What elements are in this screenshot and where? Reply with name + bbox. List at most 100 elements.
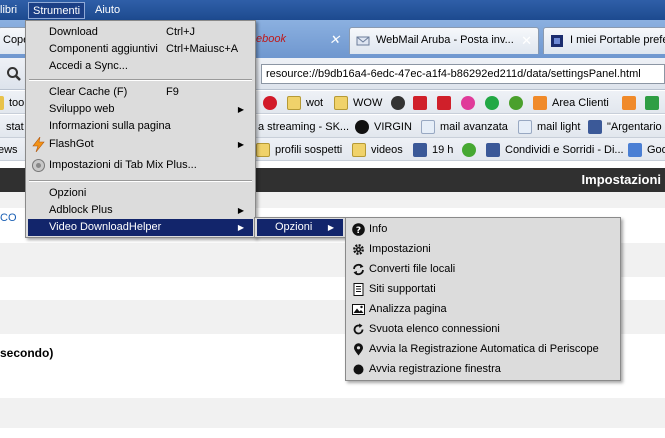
menu-item-video-downloadhelper[interactable]: Video DownloadHelper ▶ [28,219,253,236]
w-icon [509,96,523,110]
location-pin-icon [354,343,363,356]
g-icon [462,143,476,157]
bookmark-profili-sospetti[interactable]: profili sospetti [256,142,342,158]
convert-icon [353,263,364,276]
s-icon [413,96,427,110]
bookmark-stat[interactable]: stat [6,119,24,135]
tab-mix-plus-icon [32,159,45,172]
menu-item-componenti[interactable]: Componenti aggiuntivi Ctrl+Maiusc+A [28,41,253,58]
l-icon [461,96,475,110]
bookmark-s1[interactable] [413,95,429,111]
opzioni-submenu: ? Info Impostazioni Converti file locali… [345,217,621,381]
bookmark-mail-light[interactable]: mail light [518,119,580,135]
menu-item-sviluppo-web[interactable]: Sviluppo web ▶ [28,101,253,118]
facebook-icon [588,120,602,134]
search-icon[interactable] [6,66,22,82]
mail-icon [518,120,532,134]
menu-item-adblock-plus[interactable]: Adblock Plus ▶ [28,202,253,219]
url-bar[interactable]: resource://b9db16a4-6edc-47ec-a1f4-b8629… [261,64,665,84]
menu-item-converti[interactable]: Converti file locali [348,261,618,278]
menu-item-vdh-opzioni[interactable]: Opzioni ▶ [257,219,343,236]
tab-label: I miei Portable prefe [570,34,665,46]
mail-icon [421,120,435,134]
bookmark-area-clienti[interactable]: Area Clienti [533,95,609,111]
bookmark-google[interactable]: Goo [628,142,665,158]
google-icon [628,143,642,157]
menu-separator [29,180,252,182]
one-icon [485,96,499,110]
folder-icon [334,96,348,110]
menu-item-analizza-pagina[interactable]: Analizza pagina [348,301,618,318]
drive-icon [645,96,659,110]
tab-webmail-aruba[interactable]: WebMail Aruba - Posta inv... ✕ [349,27,539,54]
menu-item-clear-cache[interactable]: Clear Cache (F) F9 [28,84,253,101]
menu-item-download[interactable]: Download Ctrl+J [28,24,253,41]
bookmark-wow[interactable]: WOW [334,95,382,111]
bookmark-19h[interactable]: 19 h [413,142,453,158]
folder-icon [256,143,270,157]
bookmark-drive[interactable] [645,95,661,111]
bookmark-virgin[interactable]: VIRGIN [355,119,412,135]
bookmark-pinterest[interactable] [263,95,279,111]
bookmark-s2[interactable] [437,95,453,111]
content-link[interactable]: CO [0,212,17,224]
plus-icon [622,96,636,110]
bookmark-argentario[interactable]: "Argentario [588,119,662,135]
menu-item-tab-mix-plus[interactable]: Impostazioni di Tab Mix Plus... [28,157,253,174]
submenu-arrow-icon: ▶ [237,223,244,232]
bookmark-condividi[interactable]: Condividi e Sorridi - Di... [486,142,624,158]
menu-item-svuota-connessioni[interactable]: Svuota elenco connessioni [348,321,618,338]
tab-ebook[interactable]: ebook ✕ [246,27,346,54]
bookmark-streaming[interactable]: a streaming - SK... [258,119,349,135]
menu-item-registrazione-finestra[interactable]: Avvia registrazione finestra [348,361,618,378]
bookmark-mail-avanzata[interactable]: mail avanzata [421,119,508,135]
menu-item-opzioni[interactable]: Opzioni [28,185,253,202]
bookmark-wot[interactable]: wot [287,95,323,111]
menu-item-info[interactable]: ? Info [348,221,618,238]
bookmark-1[interactable] [485,95,501,111]
strumenti-menu: Download Ctrl+J Componenti aggiuntivi Ct… [25,20,256,238]
menu-bar: libri Strumenti Aiuto [0,0,665,20]
submenu-arrow-icon: ▶ [327,223,334,232]
virgin-icon [355,120,369,134]
menu-item-periscope[interactable]: Avvia la Registrazione Automatica di Per… [348,341,618,358]
content-stripe [0,398,665,428]
document-list-icon [353,283,364,296]
tab-label: WebMail Aruba - Posta inv... [376,34,514,46]
pinterest-icon [263,96,277,110]
folder-icon [0,96,4,110]
close-icon[interactable]: ✕ [329,27,340,52]
bookmark-w[interactable] [509,95,525,111]
record-icon [353,364,364,375]
menu-item-impostazioni[interactable]: Impostazioni [348,241,618,258]
tab-label: ebook [256,33,286,45]
tab-portable[interactable]: I miei Portable prefe [543,27,665,54]
webmail-icon [356,36,370,46]
menu-aiuto[interactable]: Aiuto [91,2,124,19]
svg-text:?: ? [356,226,361,236]
menu-item-siti-supportati[interactable]: Siti supportati [348,281,618,298]
content-bold-text: secondo) [0,346,54,360]
bookmark-news[interactable]: ews [0,142,18,158]
menu-separator [29,79,252,81]
s-icon [437,96,451,110]
menu-item-info-pagina[interactable]: Informazioni sulla pagina [28,118,253,135]
facebook-icon [486,143,500,157]
flashgot-icon [32,137,45,152]
close-icon[interactable]: ✕ [521,28,532,53]
bookmark-videos[interactable]: videos [352,142,403,158]
area-clienti-icon [533,96,547,110]
bookmark-g[interactable] [462,142,478,158]
bookmark-plus[interactable] [622,95,638,111]
menu-item-flashgot[interactable]: FlashGot ▶ [28,136,253,153]
menu-strumenti[interactable]: Strumenti [28,2,86,19]
bookmark-star[interactable] [391,95,407,111]
bookmark-too[interactable]: too [0,95,24,111]
menu-item-sync[interactable]: Accedi a Sync... [28,58,253,75]
question-icon: ? [352,223,365,236]
bookmark-l[interactable] [461,95,477,111]
gear-icon [353,244,364,255]
submenu-arrow-icon: ▶ [237,140,244,149]
submenu-arrow-icon: ▶ [237,206,244,215]
menu-libri[interactable]: libri [0,2,21,19]
